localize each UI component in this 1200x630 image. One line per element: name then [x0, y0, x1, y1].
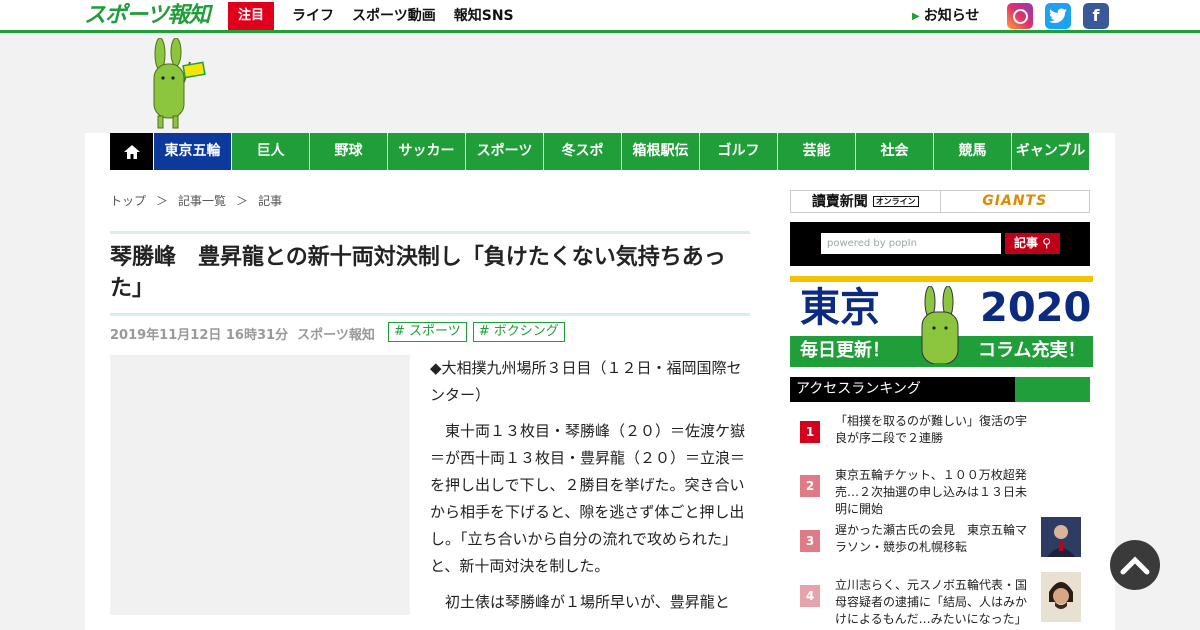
banner-tokyo-text: 東京 — [800, 285, 880, 331]
chevron-up-icon — [1120, 556, 1150, 575]
notice-label: お知らせ — [923, 8, 980, 24]
rank-text: 「相撲を取るのが難しい」復活の宇良が序二段で２連勝 — [835, 414, 1028, 445]
category-nav: 東京五輪 巨人 野球 サッカー スポーツ 冬スポ 箱根駅伝 ゴルフ 芸能 社会 … — [110, 133, 1089, 170]
rank-number: 1 — [800, 421, 820, 443]
banner-column: コラム充実！ — [978, 340, 1086, 361]
breadcrumb-separator: ＞ — [156, 194, 169, 208]
category-baseball[interactable]: 野球 — [310, 133, 388, 170]
rank-number: 2 — [800, 475, 820, 497]
tag-boxing[interactable]: # ボクシング — [472, 322, 565, 342]
breadcrumb-article: 記事 — [258, 194, 283, 208]
site-logo[interactable]: スポーツ報知 — [84, 2, 211, 30]
article-source: スポーツ報知 — [297, 328, 375, 343]
rank-number: 4 — [800, 585, 820, 607]
category-sports[interactable]: スポーツ — [466, 133, 544, 170]
top-bar: スポーツ報知 注目 ライフ スポーツ動画 報知SNS ▶ お知らせ f — [0, 0, 1200, 33]
home-icon — [123, 144, 140, 159]
category-winter-sports[interactable]: 冬スポ — [544, 133, 622, 170]
ranking-header: アクセスランキング — [790, 377, 1090, 402]
giants-link[interactable]: GIANTS — [941, 191, 1090, 212]
top-nav: ライフ スポーツ動画 報知SNS — [292, 0, 514, 33]
rank-text: 立川志らく、元スノボ五輪代表・国母容疑者の逮捕に「結局、人はみかけによるもんだ…… — [835, 578, 1028, 626]
category-gamble[interactable]: ギャンブル — [1012, 133, 1089, 170]
rank-text: 東京五輪チケット、１００万枚超発売…２次抽選の申し込みは１３日未明に開始 — [835, 468, 1028, 516]
top-nav-sports-video[interactable]: スポーツ動画 — [352, 0, 436, 33]
rank-number: 3 — [800, 530, 820, 552]
article-meta: 2019年11月12日 16時31分 スポーツ報知 — [110, 324, 375, 343]
ranking-item[interactable]: 3 遅かった瀬古氏の会見 東京五輪マラソン・競歩の札幌移転 — [790, 513, 1090, 567]
search-button-label: 記事 — [1014, 236, 1039, 250]
back-to-top-button[interactable] — [1110, 540, 1160, 590]
banner-daily-update: 毎日更新！ — [800, 340, 890, 361]
twitter-icon[interactable] — [1045, 3, 1071, 29]
breadcrumb-separator: ＞ — [236, 194, 249, 208]
ranking-item[interactable]: 1 「相撲を取るのが難しい」復活の宇良が序二段で２連勝 — [790, 404, 1090, 458]
ranking-title: アクセスランキング — [790, 377, 1015, 402]
ranking-item[interactable]: 2 東京五輪チケット、１００万枚超発売…２次抽選の申し込みは１３日未明に開始 — [790, 458, 1090, 516]
mascot-rabbit-icon — [153, 38, 206, 129]
notice-link[interactable]: ▶ お知らせ — [912, 0, 979, 33]
category-society[interactable]: 社会 — [856, 133, 934, 170]
article-paragraph: 初土俵は琴勝峰が１場所早いが、豊昇龍と — [430, 593, 730, 611]
article-photo — [110, 355, 410, 615]
category-horse-racing[interactable]: 競馬 — [934, 133, 1012, 170]
search-icon: ⚲ — [1042, 236, 1051, 250]
instagram-icon[interactable] — [1007, 3, 1033, 29]
rank-text: 遅かった瀬古氏の会見 東京五輪マラソン・競歩の札幌移転 — [835, 523, 1028, 554]
search-button[interactable]: 記事 ⚲ — [1005, 233, 1060, 254]
top-nav-life[interactable]: ライフ — [292, 0, 334, 33]
tag-sports[interactable]: # スポーツ — [388, 322, 467, 342]
article-paragraph: ◆大相撲九州場所３日目（１２日・福岡国際センター） — [430, 359, 742, 404]
ranking-item[interactable]: 4 立川志らく、元スノボ五輪代表・国母容疑者の逮捕に「結局、人はみかけによるもん… — [790, 568, 1090, 626]
top-nav-hochi-sns[interactable]: 報知SNS — [454, 0, 514, 33]
yomiuri-label: 讀賣新聞 — [811, 194, 868, 210]
category-giants[interactable]: 巨人 — [232, 133, 310, 170]
search-input[interactable]: powered by popIn — [821, 233, 1001, 254]
article-paragraph: 東十両１３枚目・琴勝峰（２０）＝佐渡ケ嶽＝が西十両１３枚目・豊昇龍（２０）＝立浪… — [430, 422, 746, 575]
article-date: 2019年11月12日 16時31分 — [110, 328, 289, 343]
hot-badge[interactable]: 注目 — [228, 2, 274, 30]
rank-thumbnail — [1041, 517, 1081, 557]
category-tokyo-olympics[interactable]: 東京五輪 — [154, 133, 232, 170]
article-body: ◆大相撲九州場所３日目（１２日・福岡国際センター） 東十両１３枚目・琴勝峰（２０… — [430, 355, 746, 625]
category-hakone-ekiden[interactable]: 箱根駅伝 — [622, 133, 700, 170]
category-golf[interactable]: ゴルフ — [700, 133, 778, 170]
banner-2020-text: 2020 — [980, 285, 1092, 331]
yomiuri-banner: 讀賣新聞 オンライン GIANTS — [790, 190, 1090, 213]
rank-thumbnail — [1041, 572, 1081, 622]
facebook-icon[interactable]: f — [1083, 3, 1109, 29]
home-button[interactable] — [110, 133, 154, 170]
yomiuri-online-tag: オンライン — [872, 196, 919, 207]
breadcrumb-top[interactable]: トップ — [110, 192, 146, 209]
search-box: powered by popIn 記事 ⚲ — [790, 222, 1090, 266]
category-entertainment[interactable]: 芸能 — [778, 133, 856, 170]
triangle-icon: ▶ — [912, 11, 920, 22]
yomiuri-online-link[interactable]: 讀賣新聞 オンライン — [791, 191, 941, 212]
breadcrumb-article-list[interactable]: 記事一覧 — [178, 192, 226, 209]
category-soccer[interactable]: サッカー — [388, 133, 466, 170]
breadcrumb: トップ ＞ 記事一覧 ＞ 記事 — [110, 192, 282, 209]
article-title: 琴勝峰 豊昇龍との新十両対決制し「負けたくない気持ちあった」 — [110, 231, 750, 316]
tokyo-2020-banner[interactable]: 東京 2020 毎日更新！ コラム充実！ — [790, 276, 1093, 367]
mascot-rabbit-icon — [921, 286, 959, 364]
article-tags: # スポーツ # ボクシング — [388, 322, 565, 342]
